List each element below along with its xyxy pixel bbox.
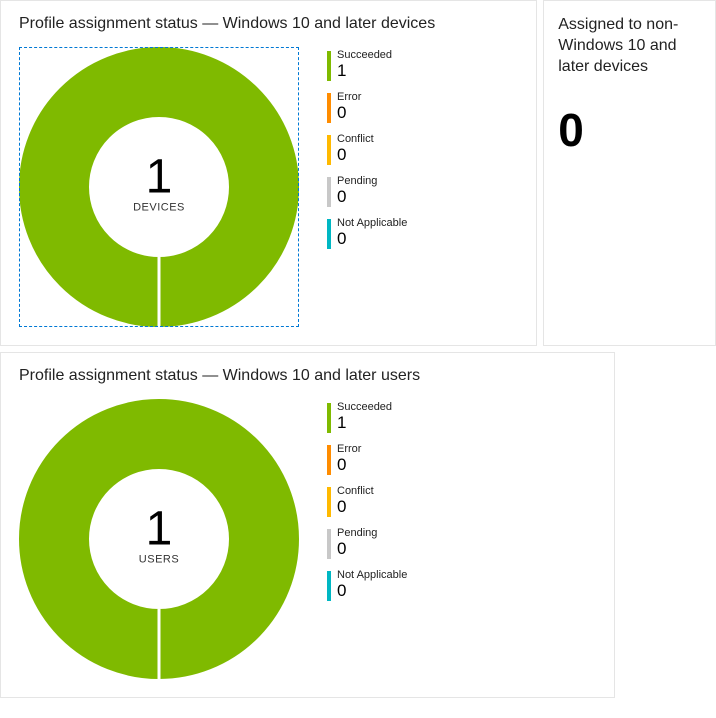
users-card-title: Profile assignment status — Windows 10 a…: [19, 367, 596, 385]
legend-color-bar: [327, 403, 331, 433]
legend-label: Succeeded: [337, 49, 392, 61]
legend-label: Conflict: [337, 133, 374, 145]
devices-card-title: Profile assignment status — Windows 10 a…: [19, 15, 518, 33]
legend-item[interactable]: Not Applicable0: [327, 569, 407, 601]
users-donut-center: 1 USERS: [139, 505, 179, 565]
legend-text: Error0: [337, 443, 361, 475]
legend-value: 1: [337, 62, 392, 81]
legend-value: 0: [337, 540, 377, 559]
legend-item[interactable]: Pending0: [327, 527, 407, 559]
non-windows-value: 0: [558, 107, 701, 153]
devices-center-label: DEVICES: [133, 201, 185, 213]
legend-label: Error: [337, 443, 361, 455]
legend-color-bar: [327, 571, 331, 601]
non-windows-card[interactable]: Assigned to non-Windows 10 and later dev…: [543, 0, 716, 346]
legend-text: Succeeded1: [337, 49, 392, 81]
legend-value: 0: [337, 230, 407, 249]
legend-color-bar: [327, 177, 331, 207]
legend-text: Conflict0: [337, 485, 374, 517]
legend-item[interactable]: Not Applicable0: [327, 217, 407, 249]
devices-status-card: Profile assignment status — Windows 10 a…: [0, 0, 537, 346]
legend-text: Error0: [337, 91, 361, 123]
users-status-card: Profile assignment status — Windows 10 a…: [0, 352, 615, 698]
legend-label: Error: [337, 91, 361, 103]
legend-label: Conflict: [337, 485, 374, 497]
legend-label: Not Applicable: [337, 569, 407, 581]
legend-label: Not Applicable: [337, 217, 407, 229]
legend-color-bar: [327, 93, 331, 123]
devices-center-value: 1: [133, 153, 185, 201]
legend-value: 1: [337, 414, 392, 433]
legend-color-bar: [327, 445, 331, 475]
legend-value: 0: [337, 188, 377, 207]
legend-item[interactable]: Conflict0: [327, 485, 407, 517]
legend-color-bar: [327, 219, 331, 249]
legend-value: 0: [337, 104, 361, 123]
legend-label: Succeeded: [337, 401, 392, 413]
legend-text: Conflict0: [337, 133, 374, 165]
devices-donut-center: 1 DEVICES: [133, 153, 185, 213]
legend-item[interactable]: Error0: [327, 443, 407, 475]
legend-item[interactable]: Succeeded1: [327, 401, 407, 433]
legend-item[interactable]: Pending0: [327, 175, 407, 207]
devices-donut-chart[interactable]: 1 DEVICES: [19, 47, 299, 327]
users-center-label: USERS: [139, 553, 179, 565]
legend-text: Succeeded1: [337, 401, 392, 433]
legend-text: Not Applicable0: [337, 217, 407, 249]
legend-text: Pending0: [337, 527, 377, 559]
devices-legend: Succeeded1Error0Conflict0Pending0Not App…: [327, 47, 407, 259]
users-center-value: 1: [139, 505, 179, 553]
legend-value: 0: [337, 146, 374, 165]
legend-label: Pending: [337, 175, 377, 187]
legend-text: Pending0: [337, 175, 377, 207]
legend-item[interactable]: Conflict0: [327, 133, 407, 165]
legend-value: 0: [337, 456, 361, 475]
legend-value: 0: [337, 582, 407, 601]
legend-color-bar: [327, 487, 331, 517]
legend-color-bar: [327, 529, 331, 559]
legend-color-bar: [327, 51, 331, 81]
users-legend: Succeeded1Error0Conflict0Pending0Not App…: [327, 399, 407, 611]
legend-item[interactable]: Succeeded1: [327, 49, 407, 81]
legend-text: Not Applicable0: [337, 569, 407, 601]
legend-label: Pending: [337, 527, 377, 539]
legend-value: 0: [337, 498, 374, 517]
legend-item[interactable]: Error0: [327, 91, 407, 123]
legend-color-bar: [327, 135, 331, 165]
users-donut-chart[interactable]: 1 USERS: [19, 399, 299, 679]
non-windows-title: Assigned to non-Windows 10 and later dev…: [558, 15, 701, 77]
